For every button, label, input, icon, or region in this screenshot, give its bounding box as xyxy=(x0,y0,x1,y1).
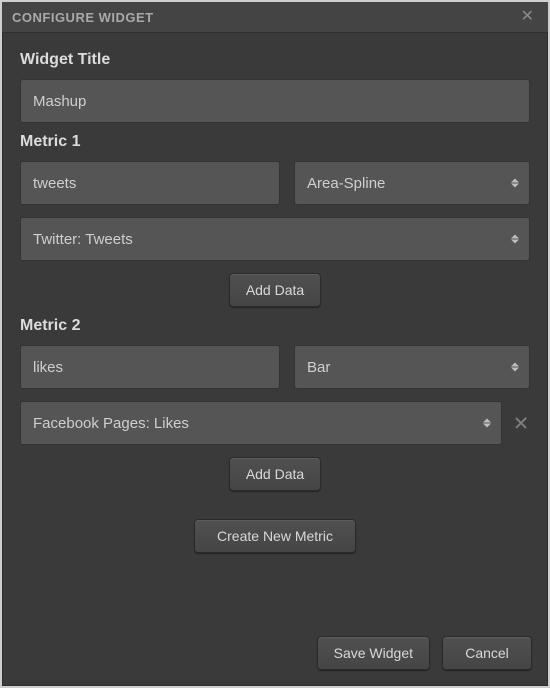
metric-2-data-source-value: Facebook Pages: Likes xyxy=(33,415,189,432)
metric-1-label: Metric 1 xyxy=(20,133,530,151)
remove-data-source-icon[interactable] xyxy=(512,414,530,432)
metric-2-label: Metric 2 xyxy=(20,317,530,335)
metric-2-chart-type-value: Bar xyxy=(307,359,330,376)
metric-1-data-row: Twitter: Tweets xyxy=(20,217,530,261)
metric-2-add-data-button[interactable]: Add Data xyxy=(229,457,321,491)
button-label: Create New Metric xyxy=(217,528,333,544)
metric-2-data-source-select[interactable]: Facebook Pages: Likes xyxy=(20,401,502,445)
widget-title-input[interactable] xyxy=(20,79,530,123)
close-icon[interactable]: ✕ xyxy=(517,5,538,29)
metric-1-row: Area-Spline xyxy=(20,161,530,205)
chevron-up-down-icon xyxy=(511,363,519,372)
metric-1-data-source-value: Twitter: Tweets xyxy=(33,231,133,248)
metric-2-name-input[interactable] xyxy=(20,345,280,389)
metric-1-data-source-select[interactable]: Twitter: Tweets xyxy=(20,217,530,261)
chevron-up-down-icon xyxy=(483,419,491,428)
cancel-button[interactable]: Cancel xyxy=(442,636,532,670)
metric-2-chart-type-select[interactable]: Bar xyxy=(294,345,530,389)
chevron-up-down-icon xyxy=(511,179,519,188)
frame: CONFIGURE WIDGET ✕ Widget Title Metric 1… xyxy=(0,0,550,688)
dialog-body: Widget Title Metric 1 Area-Spline Twitte… xyxy=(2,33,548,623)
button-label: Add Data xyxy=(246,282,304,298)
button-label: Save Widget xyxy=(334,645,413,661)
dialog-titlebar: CONFIGURE WIDGET ✕ xyxy=(2,2,548,33)
metric-2-row: Bar xyxy=(20,345,530,389)
metric-2-data-row: Facebook Pages: Likes xyxy=(20,401,530,445)
save-widget-button[interactable]: Save Widget xyxy=(317,636,430,670)
metric-1-chart-type-select[interactable]: Area-Spline xyxy=(294,161,530,205)
button-label: Add Data xyxy=(246,466,304,482)
metric-1-add-data-button[interactable]: Add Data xyxy=(229,273,321,307)
dialog-footer: Save Widget Cancel xyxy=(2,623,548,686)
widget-title-label: Widget Title xyxy=(20,51,530,69)
create-new-metric-button[interactable]: Create New Metric xyxy=(194,519,356,553)
dialog-title: CONFIGURE WIDGET xyxy=(12,10,517,25)
configure-widget-dialog: CONFIGURE WIDGET ✕ Widget Title Metric 1… xyxy=(2,2,548,686)
chevron-up-down-icon xyxy=(511,235,519,244)
metric-1-name-input[interactable] xyxy=(20,161,280,205)
button-label: Cancel xyxy=(465,645,509,661)
metric-1-chart-type-value: Area-Spline xyxy=(307,175,385,192)
